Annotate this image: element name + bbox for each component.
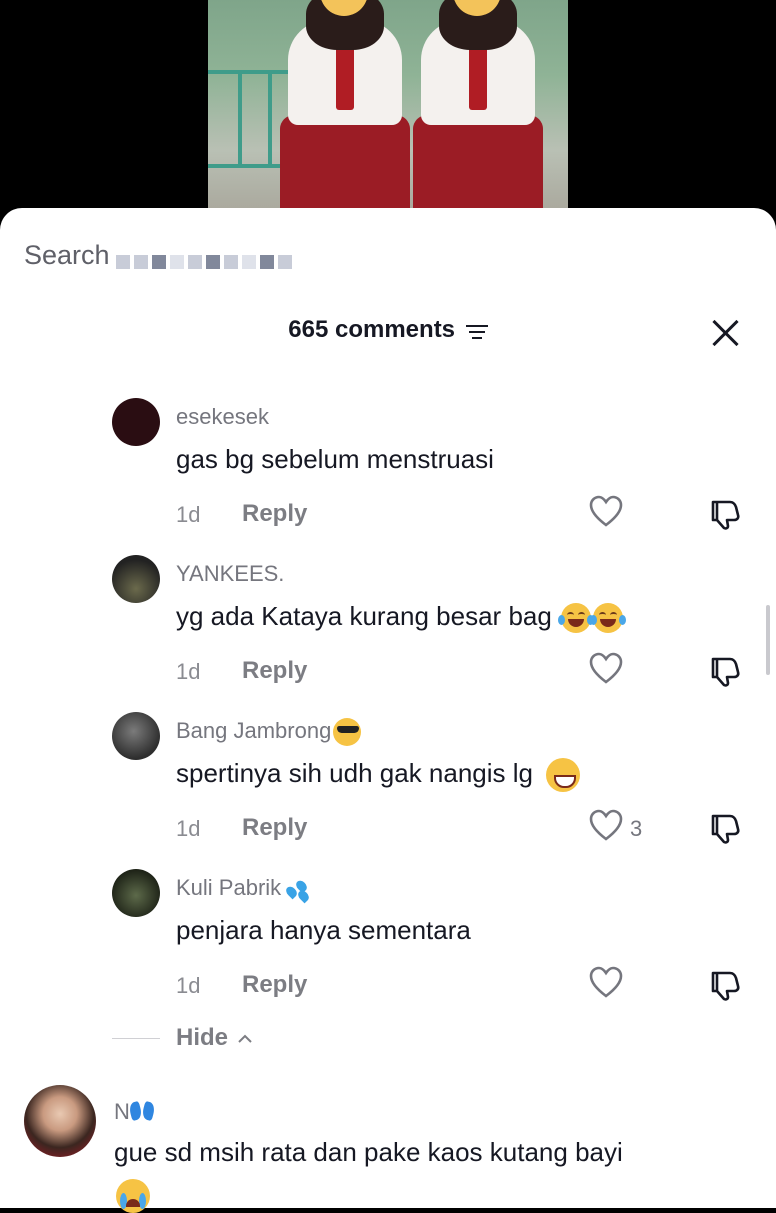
close-icon[interactable]	[710, 318, 740, 348]
comment-time: 1d	[176, 816, 201, 841]
laughing-tears-emoji	[590, 603, 627, 634]
heart-icon[interactable]	[588, 651, 624, 687]
comment-username[interactable]: YANKEES.	[176, 561, 284, 587]
comment-meta: 1d Reply	[176, 971, 307, 999]
butterfly-emoji	[127, 1101, 157, 1124]
video-person	[403, 0, 553, 215]
dislike-icon[interactable]	[706, 653, 742, 689]
avatar[interactable]	[112, 712, 160, 760]
sunglasses-emoji	[333, 718, 362, 747]
comments-header: 665 comments	[0, 316, 776, 344]
video-frame	[208, 0, 568, 215]
sweat-droplets-emoji	[284, 878, 312, 904]
hide-replies-button[interactable]: Hide	[176, 1024, 253, 1052]
laughing-tears-emoji	[558, 603, 595, 634]
like-count: 3	[630, 816, 643, 841]
comment-meta: 1d Reply	[176, 500, 307, 528]
comment-username[interactable]: esekesek	[176, 404, 269, 430]
reply-button[interactable]: Reply	[242, 657, 307, 685]
dislike-icon[interactable]	[706, 496, 742, 532]
sort-icon[interactable]	[465, 323, 488, 339]
dislike-icon[interactable]	[706, 967, 742, 1003]
comment-time: 1d	[176, 502, 201, 527]
avatar[interactable]	[112, 555, 160, 603]
crying-emoji	[116, 1179, 150, 1213]
comment-text: spertinya sih udh gak nangis lg	[176, 758, 581, 793]
search-bar[interactable]: Search	[24, 240, 294, 271]
heart-icon[interactable]	[588, 808, 624, 844]
avatar[interactable]	[112, 398, 160, 446]
comment-text: penjara hanya sementara	[176, 915, 471, 945]
reply-button[interactable]: Reply	[242, 971, 307, 999]
avatar[interactable]	[24, 1085, 96, 1157]
search-label: Search	[24, 240, 110, 270]
comment-username[interactable]: N	[114, 1099, 157, 1125]
comment-text: gue sd msih rata dan pake kaos kutang ba…	[114, 1137, 623, 1167]
avatar[interactable]	[112, 869, 160, 917]
comment-meta: 1d Reply	[176, 814, 307, 842]
scrollbar[interactable]	[766, 605, 770, 675]
dislike-icon[interactable]	[706, 810, 742, 846]
comments-count: 665 comments	[288, 316, 456, 343]
comments-sheet: Search 665 comments esekesek gas bg sebe…	[0, 208, 776, 1213]
chevron-up-icon	[237, 1034, 252, 1043]
heart-icon[interactable]	[588, 494, 624, 530]
reply-button[interactable]: Reply	[242, 814, 307, 842]
hide-divider	[112, 1038, 160, 1039]
comment-time: 1d	[176, 659, 201, 684]
heart-icon[interactable]	[588, 965, 624, 1001]
comment-username[interactable]: Bang Jambrong	[176, 718, 362, 747]
comment-time: 1d	[176, 973, 201, 998]
blurred-search-query	[114, 245, 294, 269]
video-person	[270, 0, 420, 215]
comment-meta: 1d Reply	[176, 657, 307, 685]
video-player[interactable]	[0, 0, 776, 230]
grinning-emoji	[546, 758, 581, 793]
comment-text: gas bg sebelum menstruasi	[176, 444, 494, 474]
reply-button[interactable]: Reply	[242, 500, 307, 528]
comment-username[interactable]: Kuli Pabrik	[176, 875, 312, 904]
comment-text: yg ada Kataya kurang besar bag	[176, 601, 627, 634]
